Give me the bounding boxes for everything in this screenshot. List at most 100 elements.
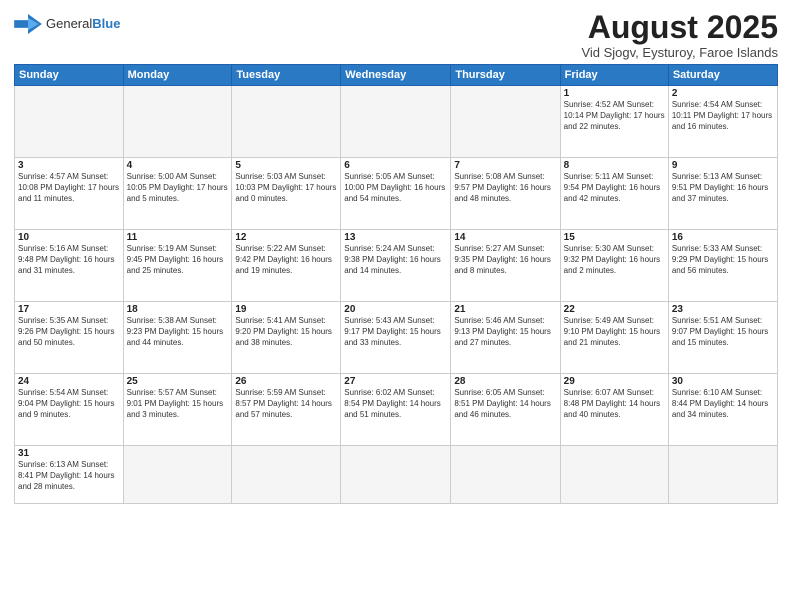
day-number: 2 <box>672 88 774 99</box>
calendar-day-cell <box>232 86 341 158</box>
day-info: Sunrise: 5:46 AM Sunset: 9:13 PM Dayligh… <box>454 316 556 348</box>
calendar-day-cell: 16Sunrise: 5:33 AM Sunset: 9:29 PM Dayli… <box>668 230 777 302</box>
calendar-day-cell: 5Sunrise: 5:03 AM Sunset: 10:03 PM Dayli… <box>232 158 341 230</box>
calendar-day-cell: 1Sunrise: 4:52 AM Sunset: 10:14 PM Dayli… <box>560 86 668 158</box>
calendar-day-cell: 10Sunrise: 5:16 AM Sunset: 9:48 PM Dayli… <box>15 230 124 302</box>
day-number: 4 <box>127 160 229 171</box>
day-info: Sunrise: 5:16 AM Sunset: 9:48 PM Dayligh… <box>18 244 120 276</box>
day-number: 21 <box>454 304 556 315</box>
calendar-day-cell: 31Sunrise: 6:13 AM Sunset: 8:41 PM Dayli… <box>15 446 124 504</box>
day-number: 23 <box>672 304 774 315</box>
calendar-day-cell: 13Sunrise: 5:24 AM Sunset: 9:38 PM Dayli… <box>341 230 451 302</box>
calendar-day-cell: 20Sunrise: 5:43 AM Sunset: 9:17 PM Dayli… <box>341 302 451 374</box>
day-number: 13 <box>344 232 447 243</box>
day-number: 30 <box>672 376 774 387</box>
day-info: Sunrise: 6:13 AM Sunset: 8:41 PM Dayligh… <box>18 460 120 492</box>
day-info: Sunrise: 5:41 AM Sunset: 9:20 PM Dayligh… <box>235 316 337 348</box>
day-number: 16 <box>672 232 774 243</box>
day-info: Sunrise: 5:30 AM Sunset: 9:32 PM Dayligh… <box>564 244 665 276</box>
day-number: 19 <box>235 304 337 315</box>
day-info: Sunrise: 6:10 AM Sunset: 8:44 PM Dayligh… <box>672 388 774 420</box>
day-number: 7 <box>454 160 556 171</box>
day-info: Sunrise: 5:43 AM Sunset: 9:17 PM Dayligh… <box>344 316 447 348</box>
calendar-day-cell <box>341 446 451 504</box>
day-of-week-header: Saturday <box>668 65 777 86</box>
day-number: 28 <box>454 376 556 387</box>
calendar-day-cell <box>451 86 560 158</box>
day-of-week-header: Monday <box>123 65 232 86</box>
calendar-day-cell: 12Sunrise: 5:22 AM Sunset: 9:42 PM Dayli… <box>232 230 341 302</box>
logo-text: GeneralBlue <box>46 15 120 33</box>
day-number: 15 <box>564 232 665 243</box>
calendar-body: 1Sunrise: 4:52 AM Sunset: 10:14 PM Dayli… <box>15 86 778 504</box>
day-of-week-header: Tuesday <box>232 65 341 86</box>
header: GeneralBlue August 2025 Vid Sjogv, Eystu… <box>14 10 778 60</box>
day-number: 1 <box>564 88 665 99</box>
day-info: Sunrise: 4:57 AM Sunset: 10:08 PM Daylig… <box>18 172 120 204</box>
calendar-week-row: 10Sunrise: 5:16 AM Sunset: 9:48 PM Dayli… <box>15 230 778 302</box>
day-number: 5 <box>235 160 337 171</box>
calendar-week-row: 1Sunrise: 4:52 AM Sunset: 10:14 PM Dayli… <box>15 86 778 158</box>
calendar-day-cell: 6Sunrise: 5:05 AM Sunset: 10:00 PM Dayli… <box>341 158 451 230</box>
day-info: Sunrise: 5:38 AM Sunset: 9:23 PM Dayligh… <box>127 316 229 348</box>
calendar-day-cell: 28Sunrise: 6:05 AM Sunset: 8:51 PM Dayli… <box>451 374 560 446</box>
day-info: Sunrise: 5:33 AM Sunset: 9:29 PM Dayligh… <box>672 244 774 276</box>
calendar-day-cell: 7Sunrise: 5:08 AM Sunset: 9:57 PM Daylig… <box>451 158 560 230</box>
day-of-week-header: Wednesday <box>341 65 451 86</box>
day-of-week-header: Thursday <box>451 65 560 86</box>
calendar-day-cell: 29Sunrise: 6:07 AM Sunset: 8:48 PM Dayli… <box>560 374 668 446</box>
day-of-week-header: Sunday <box>15 65 124 86</box>
day-number: 27 <box>344 376 447 387</box>
calendar-week-row: 17Sunrise: 5:35 AM Sunset: 9:26 PM Dayli… <box>15 302 778 374</box>
day-info: Sunrise: 6:07 AM Sunset: 8:48 PM Dayligh… <box>564 388 665 420</box>
day-of-week-header: Friday <box>560 65 668 86</box>
day-number: 17 <box>18 304 120 315</box>
calendar-day-cell: 9Sunrise: 5:13 AM Sunset: 9:51 PM Daylig… <box>668 158 777 230</box>
calendar-day-cell: 19Sunrise: 5:41 AM Sunset: 9:20 PM Dayli… <box>232 302 341 374</box>
day-number: 9 <box>672 160 774 171</box>
calendar-week-row: 3Sunrise: 4:57 AM Sunset: 10:08 PM Dayli… <box>15 158 778 230</box>
calendar-day-cell <box>668 446 777 504</box>
calendar-table: SundayMondayTuesdayWednesdayThursdayFrid… <box>14 64 778 504</box>
day-number: 12 <box>235 232 337 243</box>
day-info: Sunrise: 6:05 AM Sunset: 8:51 PM Dayligh… <box>454 388 556 420</box>
day-number: 25 <box>127 376 229 387</box>
calendar-day-cell: 30Sunrise: 6:10 AM Sunset: 8:44 PM Dayli… <box>668 374 777 446</box>
day-info: Sunrise: 4:54 AM Sunset: 10:11 PM Daylig… <box>672 100 774 132</box>
day-info: Sunrise: 5:49 AM Sunset: 9:10 PM Dayligh… <box>564 316 665 348</box>
day-number: 31 <box>18 448 120 459</box>
calendar-day-cell: 4Sunrise: 5:00 AM Sunset: 10:05 PM Dayli… <box>123 158 232 230</box>
logo-icon <box>14 14 42 34</box>
calendar-day-cell <box>451 446 560 504</box>
calendar-day-cell <box>232 446 341 504</box>
day-number: 10 <box>18 232 120 243</box>
day-number: 14 <box>454 232 556 243</box>
day-info: Sunrise: 5:05 AM Sunset: 10:00 PM Daylig… <box>344 172 447 204</box>
calendar-day-cell: 3Sunrise: 4:57 AM Sunset: 10:08 PM Dayli… <box>15 158 124 230</box>
calendar-week-row: 24Sunrise: 5:54 AM Sunset: 9:04 PM Dayli… <box>15 374 778 446</box>
day-number: 18 <box>127 304 229 315</box>
calendar-day-cell: 8Sunrise: 5:11 AM Sunset: 9:54 PM Daylig… <box>560 158 668 230</box>
calendar-day-cell: 15Sunrise: 5:30 AM Sunset: 9:32 PM Dayli… <box>560 230 668 302</box>
day-number: 22 <box>564 304 665 315</box>
calendar-day-cell: 17Sunrise: 5:35 AM Sunset: 9:26 PM Dayli… <box>15 302 124 374</box>
day-number: 11 <box>127 232 229 243</box>
calendar-day-cell: 24Sunrise: 5:54 AM Sunset: 9:04 PM Dayli… <box>15 374 124 446</box>
location-subtitle: Vid Sjogv, Eysturoy, Faroe Islands <box>581 45 778 60</box>
day-info: Sunrise: 5:13 AM Sunset: 9:51 PM Dayligh… <box>672 172 774 204</box>
month-title: August 2025 <box>581 10 778 45</box>
day-info: Sunrise: 5:54 AM Sunset: 9:04 PM Dayligh… <box>18 388 120 420</box>
day-number: 8 <box>564 160 665 171</box>
calendar-week-row: 31Sunrise: 6:13 AM Sunset: 8:41 PM Dayli… <box>15 446 778 504</box>
day-number: 6 <box>344 160 447 171</box>
day-info: Sunrise: 5:19 AM Sunset: 9:45 PM Dayligh… <box>127 244 229 276</box>
day-info: Sunrise: 4:52 AM Sunset: 10:14 PM Daylig… <box>564 100 665 132</box>
day-info: Sunrise: 5:08 AM Sunset: 9:57 PM Dayligh… <box>454 172 556 204</box>
day-info: Sunrise: 6:02 AM Sunset: 8:54 PM Dayligh… <box>344 388 447 420</box>
calendar-day-cell <box>123 446 232 504</box>
calendar-day-cell: 26Sunrise: 5:59 AM Sunset: 8:57 PM Dayli… <box>232 374 341 446</box>
calendar-day-cell: 23Sunrise: 5:51 AM Sunset: 9:07 PM Dayli… <box>668 302 777 374</box>
day-info: Sunrise: 5:00 AM Sunset: 10:05 PM Daylig… <box>127 172 229 204</box>
calendar-day-cell <box>560 446 668 504</box>
day-number: 29 <box>564 376 665 387</box>
